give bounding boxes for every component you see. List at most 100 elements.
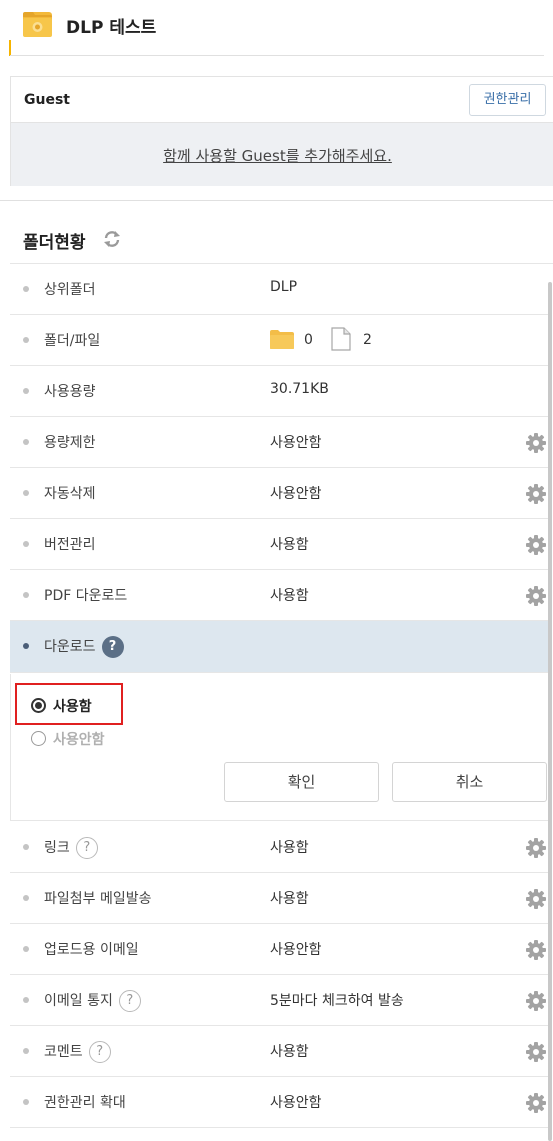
row-label: 권한관리 확대: [44, 1095, 126, 1111]
row-label: 파일첨부 메일발송: [44, 891, 152, 907]
bullet: [23, 895, 29, 901]
radio-not-use-label: 사용안함: [53, 732, 105, 748]
bullet: [23, 1048, 29, 1054]
row-value: 사용함: [270, 891, 309, 907]
folder-icon: [23, 12, 52, 37]
row-download[interactable]: 다운로드?: [10, 621, 551, 673]
guest-header: Guest 권한관리: [11, 77, 553, 123]
bullet: [23, 844, 29, 850]
row-value: 사용함: [270, 840, 309, 856]
gear-icon[interactable]: [525, 990, 547, 1012]
row-label: 코멘트?: [44, 1041, 111, 1063]
row-value: 사용안함: [270, 1095, 322, 1111]
gear-icon[interactable]: [525, 534, 547, 556]
folder-status-title: 폴더현황: [23, 233, 86, 253]
confirm-button[interactable]: 확인: [224, 762, 379, 802]
row-pdf-download: PDF 다운로드 사용함: [10, 570, 551, 621]
bullet: [23, 490, 29, 496]
link-label: 링크: [44, 840, 70, 856]
radio-unchecked[interactable]: [31, 731, 46, 746]
folder-icon: [270, 330, 294, 349]
header-divider: [10, 55, 544, 56]
row-comment: 코멘트? 사용함: [10, 1026, 551, 1077]
file-count: 2: [363, 332, 372, 348]
page-title: DLP 테스트: [66, 18, 157, 38]
row-label: 사용용량: [44, 384, 96, 400]
page-header: DLP 테스트: [0, 0, 553, 56]
row-label: 링크?: [44, 837, 98, 859]
guest-label: Guest: [24, 92, 70, 108]
comment-label: 코멘트: [44, 1044, 83, 1060]
row-value: 30.71KB: [270, 381, 329, 397]
permission-manage-button[interactable]: 권한관리: [469, 84, 546, 116]
bullet: [23, 541, 29, 547]
accent-bar: [9, 40, 11, 56]
row-value: 사용안함: [270, 942, 322, 958]
row-label: 용량제한: [44, 435, 96, 451]
row-label: PDF 다운로드: [44, 588, 128, 604]
row-value: 사용함: [270, 537, 309, 553]
row-upload-email: 업로드용 이메일 사용안함: [10, 924, 551, 975]
bullet: [23, 946, 29, 952]
row-label: 업로드용 이메일: [44, 942, 139, 958]
gear-icon[interactable]: [525, 585, 547, 607]
file-icon: [331, 327, 351, 351]
row-label: 자동삭제: [44, 486, 96, 502]
row-value: 사용함: [270, 1044, 309, 1060]
row-version-control: 버전관리 사용함: [10, 519, 551, 570]
bullet: [23, 1099, 29, 1105]
row-label: 다운로드?: [44, 636, 124, 658]
row-attach-mail: 파일첨부 메일발송 사용함: [10, 873, 551, 924]
row-link: 링크? 사용함: [10, 822, 551, 873]
gear-icon[interactable]: [525, 483, 547, 505]
folder-status-list: 상위폴더 DLP 폴더/파일 0 2 사용용량 30.71KB 용량제한 사용안…: [10, 263, 553, 1141]
bullet: [23, 439, 29, 445]
cancel-button[interactable]: 취소: [392, 762, 547, 802]
row-value: 5분마다 체크하여 발송: [270, 993, 404, 1009]
gear-icon[interactable]: [525, 837, 547, 859]
bullet: [23, 592, 29, 598]
bullet: [23, 388, 29, 394]
gear-icon[interactable]: [525, 432, 547, 454]
scrollbar[interactable]: [548, 282, 552, 1141]
row-value: 사용안함: [270, 435, 322, 451]
radio-use-label: 사용함: [53, 699, 92, 715]
email-notify-label: 이메일 통지: [44, 993, 113, 1009]
row-auto-delete: 자동삭제 사용안함: [10, 468, 551, 519]
row-label: 상위폴더: [44, 282, 96, 298]
row-value: 사용함: [270, 588, 309, 604]
help-icon[interactable]: ?: [101, 636, 124, 658]
row-label: 버전관리: [44, 537, 96, 553]
help-icon[interactable]: ?: [75, 837, 98, 859]
row-label: 이메일 통지?: [44, 990, 141, 1012]
row-value: 사용안함: [270, 486, 322, 502]
row-parent-folder: 상위폴더 DLP: [10, 264, 551, 315]
radio-checked[interactable]: [31, 698, 46, 713]
help-icon[interactable]: ?: [88, 1041, 111, 1063]
guest-panel: Guest 권한관리 함께 사용할 Guest를 추가해주세요.: [10, 76, 553, 186]
row-capacity-limit: 용량제한 사용안함: [10, 417, 551, 468]
row-email-notify: 이메일 통지? 5분마다 체크하여 발송: [10, 975, 551, 1026]
row-value: DLP: [270, 279, 298, 295]
gear-icon[interactable]: [525, 1092, 547, 1114]
add-guest-link[interactable]: 함께 사용할 Guest를 추가해주세요.: [11, 145, 544, 166]
row-usage: 사용용량 30.71KB: [10, 366, 551, 417]
section-divider: [0, 200, 553, 201]
download-label: 다운로드: [44, 639, 96, 655]
bullet: [23, 643, 29, 649]
refresh-icon[interactable]: [102, 229, 122, 249]
download-settings-panel: 사용함 사용안함 확인 취소: [10, 674, 551, 821]
gear-icon[interactable]: [525, 939, 547, 961]
help-icon[interactable]: ?: [118, 990, 141, 1012]
radio-not-use[interactable]: 사용안함: [31, 729, 131, 749]
guest-empty-area: 함께 사용할 Guest를 추가해주세요.: [11, 123, 553, 186]
row-permission-expand: 권한관리 확대 사용안함: [10, 1077, 551, 1128]
folder-count: 0: [304, 332, 313, 348]
radio-use[interactable]: 사용함: [31, 696, 131, 716]
bullet: [23, 997, 29, 1003]
row-folder-file: 폴더/파일 0 2: [10, 315, 551, 366]
bullet: [23, 337, 29, 343]
gear-icon[interactable]: [525, 888, 547, 910]
row-label: 폴더/파일: [44, 333, 101, 349]
gear-icon[interactable]: [525, 1041, 547, 1063]
